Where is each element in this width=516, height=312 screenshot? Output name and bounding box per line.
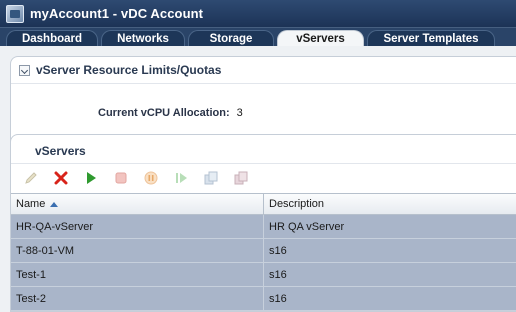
column-header-description[interactable]: Description bbox=[264, 194, 516, 214]
row-name-cell: Test-1 bbox=[11, 263, 264, 286]
vservers-panel-title: vServers bbox=[35, 144, 86, 158]
row-name-cell: T-88-01-VM bbox=[11, 239, 264, 262]
table-header: Name Description bbox=[11, 193, 516, 215]
quota-panel-title: vServer Resource Limits/Quotas bbox=[36, 63, 222, 77]
sort-ascending-icon bbox=[50, 201, 59, 207]
vcpu-allocation-label: Current vCPU Allocation: bbox=[98, 107, 230, 119]
table-row[interactable]: HR-QA-vServer HR QA vServer bbox=[11, 215, 516, 239]
snapshot-icon[interactable] bbox=[232, 169, 250, 187]
tab-storage[interactable]: Storage bbox=[188, 30, 274, 47]
clone-icon[interactable] bbox=[202, 169, 220, 187]
vservers-panel: vServers Name Description HR-QA-vServer … bbox=[10, 134, 516, 312]
column-header-name[interactable]: Name bbox=[11, 194, 264, 214]
delete-icon[interactable] bbox=[52, 169, 70, 187]
stop-icon[interactable] bbox=[112, 169, 130, 187]
column-header-name-label: Name bbox=[16, 198, 46, 210]
table-row[interactable]: Test-1 s16 bbox=[11, 263, 516, 287]
tab-vservers[interactable]: vServers bbox=[277, 30, 364, 47]
row-description-cell: s16 bbox=[269, 292, 287, 305]
row-name-cell: Test-2 bbox=[11, 287, 264, 310]
tab-networks[interactable]: Networks bbox=[101, 30, 185, 47]
table-row[interactable]: T-88-01-VM s16 bbox=[11, 239, 516, 263]
row-description-cell: HR QA vServer bbox=[269, 220, 345, 233]
tab-bar: Dashboard Networks Storage vServers Serv… bbox=[0, 27, 516, 47]
quota-panel-header: vServer Resource Limits/Quotas bbox=[11, 57, 516, 83]
resume-icon[interactable] bbox=[172, 169, 190, 187]
suspend-icon[interactable] bbox=[142, 169, 160, 187]
quota-divider bbox=[11, 83, 516, 84]
row-name-cell: HR-QA-vServer bbox=[11, 215, 264, 238]
collapse-chevron-icon[interactable] bbox=[19, 64, 30, 76]
vservers-table: Name Description HR-QA-vServer HR QA vSe… bbox=[11, 193, 516, 312]
window-title: myAccount1 - vDC Account bbox=[30, 6, 204, 21]
main-content: vServer Resource Limits/Quotas Current v… bbox=[0, 46, 516, 312]
row-description-cell: s16 bbox=[269, 268, 287, 281]
row-description-cell: s16 bbox=[269, 244, 287, 257]
window-title-bar: myAccount1 - vDC Account bbox=[0, 0, 516, 27]
vdc-account-icon bbox=[6, 4, 24, 23]
tab-server-templates[interactable]: Server Templates bbox=[367, 30, 495, 47]
vcpu-allocation-row: Current vCPU Allocation: 3 bbox=[98, 107, 243, 119]
tab-dashboard[interactable]: Dashboard bbox=[6, 30, 98, 47]
column-header-description-label: Description bbox=[269, 198, 325, 210]
edit-icon[interactable] bbox=[22, 169, 40, 187]
vcpu-allocation-value: 3 bbox=[236, 107, 243, 119]
table-row[interactable]: Test-2 s16 bbox=[11, 287, 516, 311]
vservers-toolbar bbox=[11, 164, 516, 191]
start-icon[interactable] bbox=[82, 169, 100, 187]
